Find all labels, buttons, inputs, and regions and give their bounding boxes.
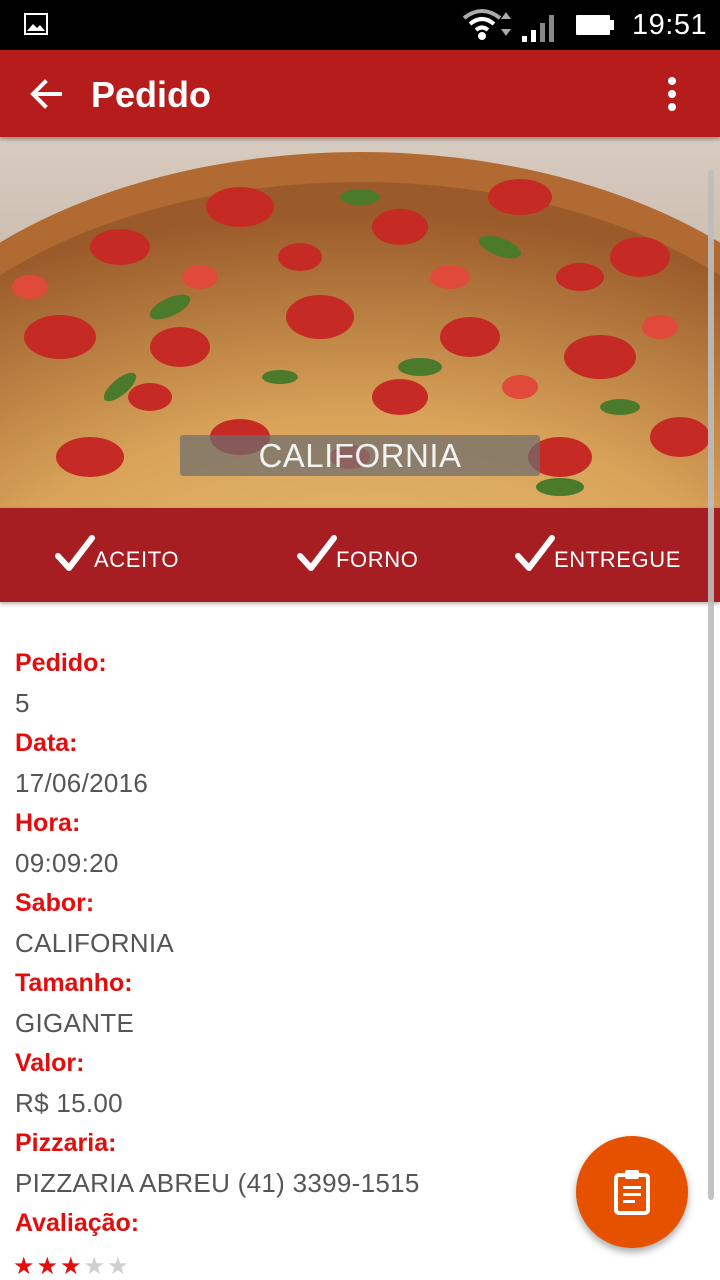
value-pedido: 5	[15, 688, 30, 718]
check-icon	[515, 535, 555, 571]
page-title: Pedido	[91, 74, 212, 115]
label-hora: Hora:	[15, 809, 81, 837]
scrollbar[interactable]	[708, 170, 714, 1200]
app-bar: Pedido	[0, 50, 720, 137]
status-bar: 19:51	[0, 0, 720, 50]
label-data: Data:	[15, 729, 78, 757]
star-icon: ★	[13, 1253, 37, 1280]
clock: 19:51	[632, 9, 708, 41]
value-valor: R$ 15.00	[15, 1088, 123, 1118]
label-tamanho: Tamanho:	[15, 969, 133, 997]
star-outline-icon: ★	[107, 1253, 131, 1280]
label-valor: Valor:	[15, 1049, 85, 1077]
clipboard-icon	[614, 1170, 650, 1215]
battery-icon	[576, 15, 614, 35]
wifi-icon	[462, 9, 511, 40]
step-label: FORNO	[336, 547, 419, 572]
clipboard-fab-button[interactable]	[576, 1136, 688, 1248]
signal-icon	[522, 15, 554, 42]
label-sabor: Sabor:	[15, 889, 95, 917]
star-icon: ★	[60, 1253, 84, 1280]
value-sabor: CALIFORNIA	[15, 928, 175, 958]
pizza-caption-text: CALIFORNIA	[258, 437, 462, 474]
step-aceito: ACEITO	[54, 524, 179, 574]
value-tamanho: GIGANTE	[15, 1008, 135, 1038]
value-hora: 09:09:20	[15, 848, 119, 878]
step-entregue: ENTREGUE	[514, 524, 681, 574]
arrow-back-icon[interactable]	[24, 72, 68, 116]
step-label: ACEITO	[94, 547, 180, 572]
star-outline-icon: ★	[83, 1253, 108, 1280]
check-icon	[55, 535, 95, 571]
star-icon: ★	[36, 1253, 61, 1280]
step-forno: FORNO	[296, 524, 418, 574]
check-icon	[297, 535, 337, 571]
gallery-icon	[24, 13, 48, 35]
pizza-caption: CALIFORNIA	[180, 435, 540, 476]
rating-stars[interactable]: ★★★★★	[13, 1252, 131, 1280]
label-pedido: Pedido:	[15, 649, 107, 677]
more-vert-icon[interactable]	[652, 72, 692, 116]
value-data: 17/06/2016	[15, 768, 149, 798]
order-status-strip: ACEITO FORNO ENTREGUE	[0, 508, 720, 602]
step-label: ENTREGUE	[554, 547, 682, 572]
